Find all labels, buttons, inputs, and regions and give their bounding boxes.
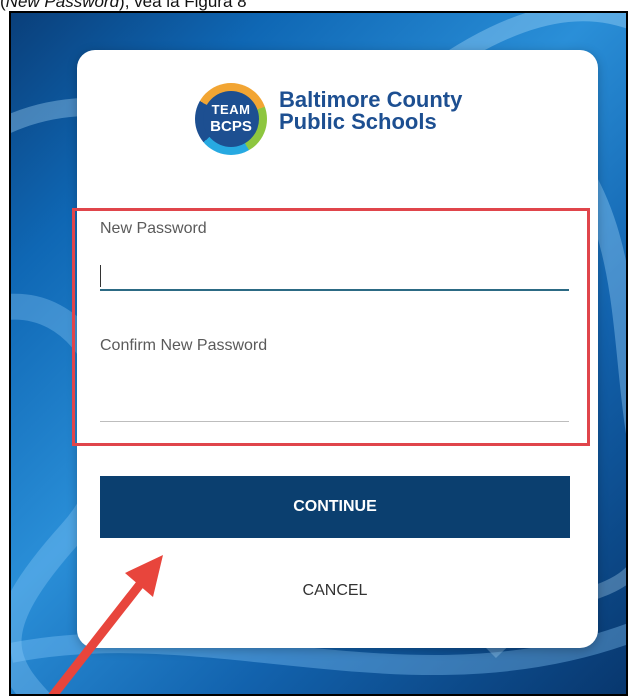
new-password-label: New Password <box>100 220 207 237</box>
bcps-logo: TEAM BCPS Baltimore County Public School… <box>195 83 475 163</box>
new-password-field[interactable] <box>100 255 569 291</box>
district-name: Baltimore County Public Schools <box>279 89 462 133</box>
caption-suffix: ), vea la Figura 8 <box>119 0 247 11</box>
logo-badge-bcps: BCPS <box>210 118 252 135</box>
district-name-line1: Baltimore County <box>279 87 463 112</box>
district-name-line2: Public Schools <box>279 109 437 134</box>
logo-badge-team: TEAM <box>211 102 251 117</box>
continue-button[interactable]: CONTINUE <box>100 476 570 538</box>
confirm-password-field[interactable] <box>100 387 569 422</box>
screenshot-frame: TEAM BCPS Baltimore County Public School… <box>9 11 628 696</box>
annotation-arrow-icon <box>48 555 163 694</box>
team-bcps-logo-icon: TEAM BCPS <box>195 83 267 155</box>
caption-italic: New Password <box>5 0 120 11</box>
text-caret <box>100 265 101 287</box>
confirm-password-label: Confirm New Password <box>100 337 268 354</box>
